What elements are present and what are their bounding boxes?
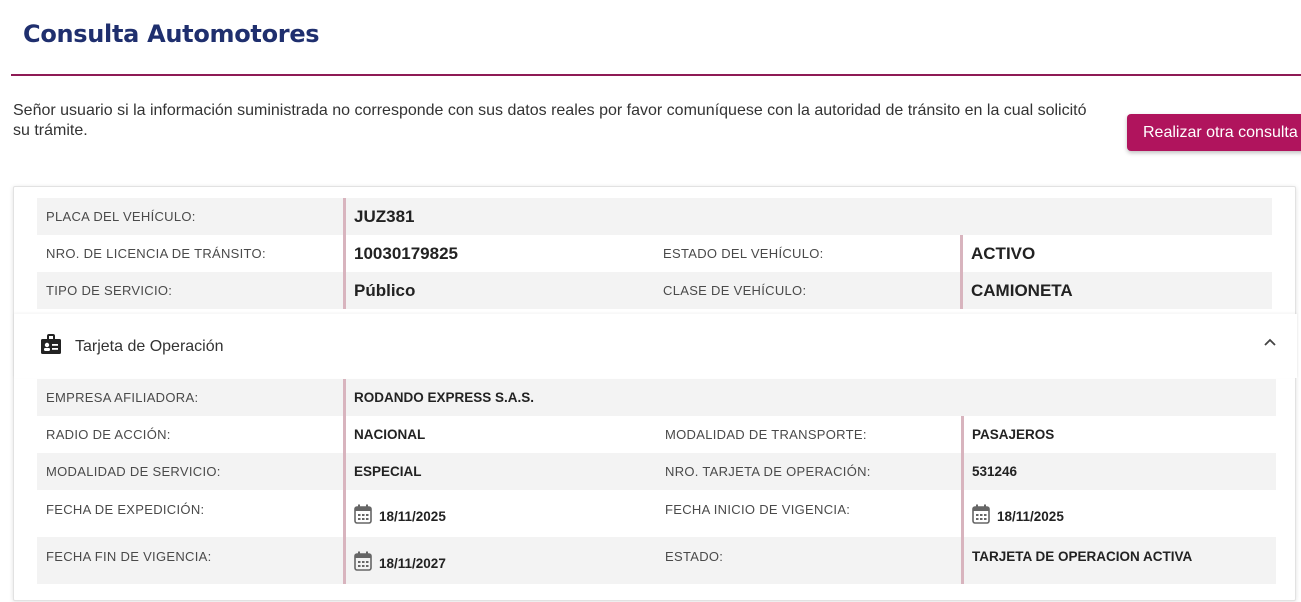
service-type-value: Público [343,272,654,309]
calendar-icon [354,504,372,524]
card-number-label: NRO. TARJETA DE OPERACIÓN: [665,464,871,479]
company-value: RODANDO EXPRESS S.A.S. [343,379,1276,416]
service-type-label: TIPO DE SERVICIO: [46,283,173,298]
company-label: EMPRESA AFILIADORA: [46,390,199,405]
vehicle-row-plate: PLACA DEL VEHÍCULO: JUZ381 [37,198,1272,235]
vehicle-status-label: ESTADO DEL VEHÍCULO: [663,246,824,261]
new-query-button[interactable]: Realizar otra consulta [1127,114,1301,151]
validity-end-value: 18/11/2027 [379,555,446,571]
operation-row-service-mode: MODALIDAD DE SERVICIO: ESPECIAL NRO. TAR… [37,453,1276,490]
issue-date-label: FECHA DE EXPEDICIÓN: [46,502,205,517]
issue-date-value: 18/11/2025 [379,508,446,524]
operation-row-company: EMPRESA AFILIADORA: RODANDO EXPRESS S.A.… [37,379,1276,416]
calendar-icon [354,551,372,571]
operation-row-end: FECHA FIN DE VIGENCIA: 18/11/2027 ESTADO… [37,537,1276,584]
card-number-value: 531246 [961,453,1276,490]
validity-start-cell: 18/11/2025 [961,490,1276,537]
vehicle-class-label: CLASE DE VEHÍCULO: [663,283,807,298]
issue-date-cell: 18/11/2025 [343,490,656,537]
vehicle-row-service: TIPO DE SERVICIO: Público CLASE DE VEHÍC… [37,272,1272,309]
operation-card-header[interactable]: Tarjeta de Operación [14,314,1297,378]
radius-label: RADIO DE ACCIÓN: [46,427,171,442]
validity-end-cell: 18/11/2027 [343,537,656,584]
transport-mode-value: PASAJEROS [961,416,1276,453]
plate-label: PLACA DEL VEHÍCULO: [46,209,196,224]
vehicle-row-license: NRO. DE LICENCIA DE TRÁNSITO: 1003017982… [37,235,1272,272]
radius-value: NACIONAL [343,416,656,453]
calendar-icon [972,504,990,524]
notice-text: Señor usuario si la información suminist… [13,102,1087,139]
validity-start-label: FECHA INICIO DE VIGENCIA: [665,502,851,517]
license-label: NRO. DE LICENCIA DE TRÁNSITO: [46,246,266,261]
operation-card-title: Tarjeta de Operación [75,338,224,355]
state-label: ESTADO: [665,549,724,564]
validity-end-label: FECHA FIN DE VIGENCIA: [46,549,212,564]
chevron-up-icon[interactable] [1261,334,1279,352]
page-title: Consulta Automotores [23,20,320,48]
briefcase-icon [41,334,61,354]
plate-value: JUZ381 [343,198,1272,235]
vehicle-class-value: CAMIONETA [960,272,1272,309]
operation-row-radius: RADIO DE ACCIÓN: NACIONAL MODALIDAD DE T… [37,416,1276,453]
service-mode-label: MODALIDAD DE SERVICIO: [46,464,221,479]
title-divider [11,74,1301,76]
vehicle-status-value: ACTIVO [960,235,1272,272]
license-value: 10030179825 [343,235,654,272]
transport-mode-label: MODALIDAD DE TRANSPORTE: [665,427,867,442]
operation-row-dates: FECHA DE EXPEDICIÓN: 18/11/2025 FECHA IN… [37,490,1276,537]
state-value: TARJETA DE OPERACION ACTIVA [961,537,1276,584]
service-mode-value: ESPECIAL [343,453,656,490]
validity-start-value: 18/11/2025 [997,508,1064,524]
